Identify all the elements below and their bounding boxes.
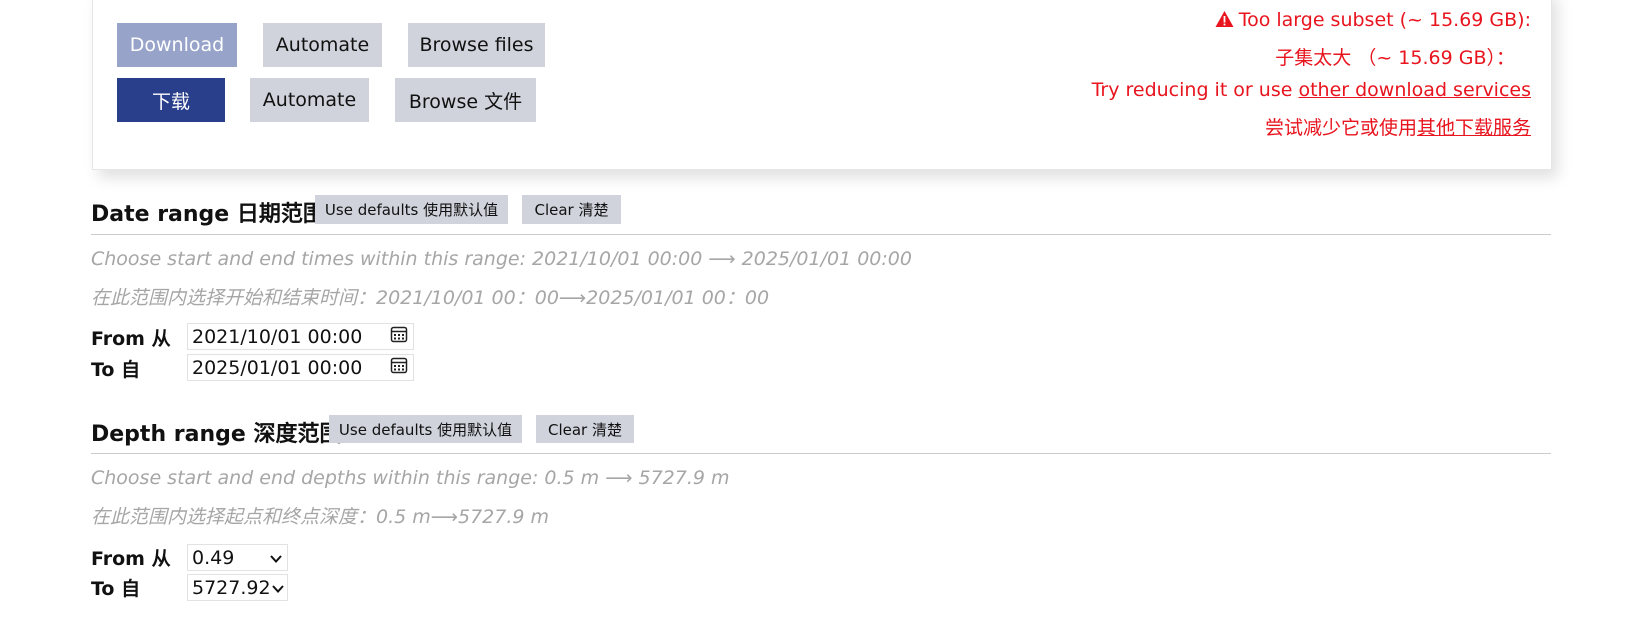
depth-clear-button[interactable]: Clear 清楚: [536, 415, 634, 443]
calendar-icon[interactable]: [390, 356, 408, 379]
date-from-label: From 从: [91, 328, 171, 350]
depth-from-value: 0.49: [192, 546, 235, 569]
depth-to-label: To 自: [91, 578, 141, 600]
automate-button[interactable]: Automate: [263, 23, 382, 67]
download-button-disabled[interactable]: Download: [117, 23, 237, 67]
depth-use-defaults-button[interactable]: Use defaults 使用默认值: [329, 415, 522, 443]
size-warning-line1: Too large subset (~ 15.69 GB):: [1215, 9, 1531, 33]
date-use-defaults-button[interactable]: Use defaults 使用默认值: [315, 195, 508, 224]
date-range-hint-en: Choose start and end times within this r…: [91, 248, 912, 270]
date-range-hint-zh: 在此范围内选择开始和结束时间：2021/10/01 00：00⟶2025/01/…: [91, 287, 770, 309]
warning-triangle-icon: [1215, 10, 1234, 33]
depth-from-select[interactable]: 0.49: [187, 544, 288, 571]
size-warning-line3: Try reducing it or use other download se…: [1091, 79, 1531, 101]
depth-range-hint-zh: 在此范围内选择起点和终点深度：0.5 m⟶5727.9 m: [91, 506, 550, 528]
depth-range-hint-en: Choose start and end depths within this …: [91, 467, 730, 489]
chevron-down-icon: [269, 547, 283, 569]
other-download-services-link[interactable]: other download services: [1298, 79, 1531, 101]
date-from-value: 2021/10/01 00:00: [192, 325, 363, 348]
size-warning-line2: 子集太大 （~ 15.69 GB）：: [1275, 47, 1515, 69]
depth-range-title: Depth range 深度范围: [91, 422, 342, 447]
depth-to-select[interactable]: 5727.92: [187, 574, 288, 601]
depth-range-divider: [91, 453, 1551, 454]
date-range-divider: [91, 234, 1551, 235]
date-range-title: Date range 日期范围: [91, 202, 325, 227]
chevron-down-icon: [271, 577, 285, 599]
date-to-value: 2025/01/01 00:00: [192, 356, 363, 379]
size-warning-line4: 尝试减少它或使用其他下载服务: [1264, 117, 1531, 139]
download-panel: Download Automate Browse files 下载 Automa…: [92, 0, 1552, 170]
depth-to-value: 5727.92: [192, 576, 271, 599]
date-to-label: To 自: [91, 359, 141, 381]
browse-files-button[interactable]: Browse files: [408, 23, 545, 67]
automate-button-zh[interactable]: Automate: [250, 78, 369, 122]
depth-from-label: From 从: [91, 548, 171, 570]
calendar-icon[interactable]: [390, 325, 408, 348]
browse-files-button-zh[interactable]: Browse 文件: [395, 78, 536, 122]
date-to-input[interactable]: 2025/01/01 00:00: [187, 354, 414, 381]
download-button[interactable]: 下载: [117, 78, 225, 122]
date-from-input[interactable]: 2021/10/01 00:00: [187, 323, 414, 350]
date-clear-button[interactable]: Clear 清楚: [522, 195, 621, 224]
other-download-services-link-zh[interactable]: 其他下载服务: [1417, 117, 1531, 139]
warning-text-en: Too large subset (~ 15.69 GB):: [1238, 9, 1531, 31]
